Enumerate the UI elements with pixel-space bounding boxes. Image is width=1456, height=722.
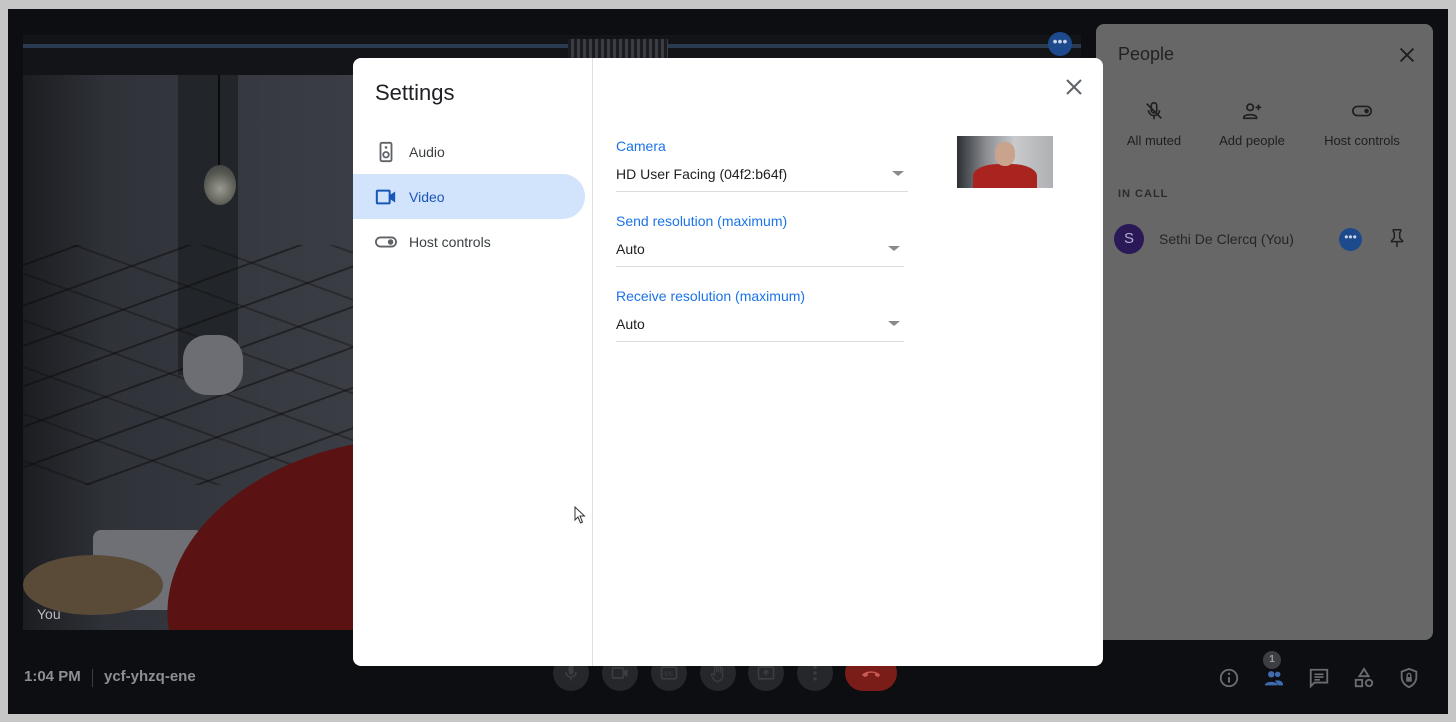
settings-dialog: Settings Audio Video Host controls Camer… [353, 58, 1103, 666]
all-muted-button[interactable]: All muted [1104, 100, 1204, 150]
divider [92, 669, 93, 687]
people-icon [1264, 671, 1284, 686]
close-icon[interactable] [1396, 44, 1418, 66]
camera-preview [957, 136, 1053, 188]
camera-select[interactable]: HD User Facing (04f2:b64f) [616, 164, 908, 192]
meeting-info-button[interactable] [1217, 666, 1241, 690]
camera-preview-person-body [973, 164, 1037, 188]
captions-icon: CC [660, 666, 678, 680]
hand-icon [710, 664, 724, 682]
microphone-icon [565, 665, 577, 681]
video-pipe [23, 44, 1081, 48]
video-bulb-cord [218, 75, 220, 165]
activities-icon [1354, 667, 1374, 688]
info-icon [1219, 668, 1239, 688]
chevron-down-icon [892, 171, 904, 176]
people-panel: People All muted Add people Host control… [1096, 24, 1433, 640]
host-controls-button[interactable]: Host controls [1312, 100, 1412, 150]
receive-resolution-select[interactable]: Auto [616, 314, 904, 342]
camera-label: Camera [616, 138, 666, 154]
people-count-badge: 1 [1263, 651, 1281, 669]
svg-text:CC: CC [665, 672, 674, 678]
video-bulb [204, 165, 236, 205]
send-resolution-select[interactable]: Auto [616, 239, 904, 267]
chat-button[interactable] [1307, 666, 1331, 690]
pin-icon[interactable] [1386, 227, 1408, 249]
receive-resolution-label: Receive resolution (maximum) [616, 288, 806, 304]
people-button[interactable] [1262, 666, 1286, 690]
camera-value: HD User Facing (04f2:b64f) [616, 166, 788, 182]
chevron-down-icon [888, 246, 900, 251]
settings-nav-video-label: Video [409, 188, 445, 205]
settings-nav-video[interactable]: Video [353, 174, 585, 219]
receive-resolution-field: Receive resolution (maximum) Auto [616, 288, 904, 342]
self-tile-label: You [37, 606, 61, 622]
chat-icon [1309, 668, 1329, 689]
activities-button[interactable] [1352, 666, 1376, 690]
camera-field: Camera HD User Facing (04f2:b64f) [616, 138, 908, 192]
toggle-icon [1352, 105, 1372, 117]
settings-nav-audio[interactable]: Audio [353, 129, 585, 174]
add-people-button[interactable]: Add people [1202, 100, 1302, 150]
chevron-down-icon [888, 321, 900, 326]
toggle-icon [375, 236, 397, 247]
mouse-cursor-icon [574, 506, 586, 524]
all-muted-label: All muted [1126, 133, 1182, 148]
send-resolution-field: Send resolution (maximum) Auto [616, 213, 904, 267]
host-controls-label: Host controls [1324, 133, 1400, 148]
send-resolution-label: Send resolution (maximum) [616, 213, 788, 229]
meeting-time: 1:04 PM [24, 668, 81, 685]
people-panel-title: People [1118, 44, 1175, 64]
speaker-icon [379, 141, 393, 162]
video-hand [183, 335, 243, 395]
send-resolution-value: Auto [616, 241, 645, 257]
camera-icon [611, 667, 628, 679]
receive-resolution-value: Auto [616, 316, 645, 332]
participant-more-button[interactable]: ••• [1339, 228, 1362, 251]
add-person-icon [1242, 103, 1262, 120]
settings-sidebar: Settings Audio Video Host controls [353, 58, 593, 666]
host-safety-button[interactable] [1397, 666, 1421, 690]
tile-more-options-button[interactable]: ••• [1048, 32, 1072, 56]
more-options-icon [813, 665, 817, 681]
settings-title: Settings [375, 80, 455, 105]
mic-off-icon [1146, 101, 1162, 120]
video-camera-icon [375, 189, 396, 204]
present-screen-icon [757, 666, 775, 680]
host-safety-icon [1400, 667, 1418, 689]
meeting-code: ycf-yhzq-ene [104, 668, 196, 685]
close-icon[interactable] [1062, 75, 1086, 99]
add-people-label: Add people [1219, 133, 1285, 148]
camera-preview-person-face [995, 142, 1015, 166]
settings-nav-host-controls[interactable]: Host controls [353, 219, 585, 264]
in-call-section-label: IN CALL [1118, 188, 1169, 200]
settings-nav-audio-label: Audio [409, 143, 445, 160]
avatar: S [1114, 224, 1144, 254]
settings-nav-host-controls-label: Host controls [409, 233, 491, 250]
participant-name: Sethi De Clercq (You) [1159, 231, 1294, 247]
